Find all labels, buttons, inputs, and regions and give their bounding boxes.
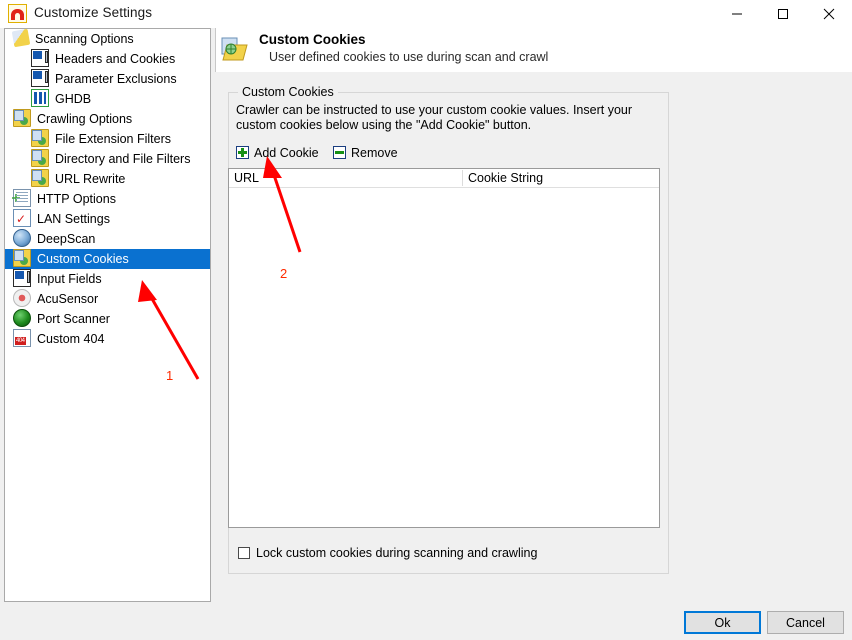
folder-globe-icon xyxy=(221,36,249,62)
folder-globe-icon xyxy=(31,169,49,187)
panel-header: Custom Cookies User defined cookies to u… xyxy=(216,28,852,72)
sidebar-item-ghdb[interactable]: GHDB xyxy=(5,89,210,109)
annotation-number-1: 1 xyxy=(166,368,173,383)
error-page-icon xyxy=(13,329,31,347)
lock-cookies-checkbox-row[interactable]: Lock custom cookies during scanning and … xyxy=(238,546,537,562)
groupbox-legend: Custom Cookies xyxy=(238,85,338,99)
remove-cookie-label: Remove xyxy=(351,146,398,160)
sidebar-item-label: GHDB xyxy=(55,89,91,109)
sensor-icon xyxy=(13,289,31,307)
annotation-arrow-1 xyxy=(130,276,220,386)
sidebar-item-label: Directory and File Filters xyxy=(55,149,190,169)
sidebar-item-label: HTTP Options xyxy=(37,189,116,209)
sidebar-item-label: DeepScan xyxy=(37,229,95,249)
sidebar-item-deepscan[interactable]: DeepScan xyxy=(5,229,210,249)
sidebar-item-label: AcuSensor xyxy=(37,289,98,309)
sidebar-item-label: Custom 404 xyxy=(37,329,104,349)
sidebar-item-directory-and-file-filters[interactable]: Directory and File Filters xyxy=(5,149,210,169)
close-icon[interactable] xyxy=(806,0,852,28)
annotation-arrow-2 xyxy=(258,152,328,262)
sidebar-item-label: Input Fields xyxy=(37,269,102,289)
sidebar-item-scanning-options[interactable]: Scanning Options xyxy=(5,29,210,49)
sidebar-item-label: File Extension Filters xyxy=(55,129,171,149)
minus-icon xyxy=(333,146,346,159)
lock-cookies-checkbox[interactable] xyxy=(238,547,250,559)
plus-icon xyxy=(236,146,249,159)
green-globe-icon xyxy=(13,309,31,327)
sidebar-item-label: Scanning Options xyxy=(35,29,134,49)
remove-cookie-button[interactable]: Remove xyxy=(333,145,398,162)
page-subtitle: User defined cookies to use during scan … xyxy=(269,50,548,64)
sidebar-item-label: URL Rewrite xyxy=(55,169,125,189)
lock-cookies-label: Lock custom cookies during scanning and … xyxy=(256,546,537,560)
database-grid-icon xyxy=(31,89,49,107)
sidebar-item-label: Headers and Cookies xyxy=(55,49,175,69)
sidebar-item-url-rewrite[interactable]: URL Rewrite xyxy=(5,169,210,189)
sidebar-item-label: LAN Settings xyxy=(37,209,110,229)
page-title: Custom Cookies xyxy=(259,32,366,47)
brush-icon xyxy=(12,29,31,48)
minimize-icon[interactable] xyxy=(714,0,760,28)
sidebar-item-parameter-exclusions[interactable]: Parameter Exclusions xyxy=(5,69,210,89)
sidebar-item-headers-and-cookies[interactable]: Headers and Cookies xyxy=(5,49,210,69)
title-bar: Customize Settings xyxy=(0,0,852,28)
monitor-icon xyxy=(31,49,49,67)
folder-globe-icon xyxy=(31,129,49,147)
folder-globe-icon xyxy=(31,149,49,167)
document-plus-icon xyxy=(13,189,31,207)
folder-globe-icon xyxy=(13,249,31,267)
sidebar-item-custom-cookies[interactable]: Custom Cookies xyxy=(5,249,210,269)
checkmark-doc-icon xyxy=(13,209,31,227)
maximize-icon[interactable] xyxy=(760,0,806,28)
folder-globe-icon xyxy=(13,109,31,127)
groupbox-description: Crawler can be instructed to use your cu… xyxy=(236,103,654,133)
sidebar-item-file-extension-filters[interactable]: File Extension Filters xyxy=(5,129,210,149)
column-header-cookie-string[interactable]: Cookie String xyxy=(462,170,664,186)
ok-button[interactable]: Ok xyxy=(684,611,761,634)
annotation-number-2: 2 xyxy=(280,266,287,281)
sidebar-item-label: Crawling Options xyxy=(37,109,132,129)
sidebar-item-lan-settings[interactable]: LAN Settings xyxy=(5,209,210,229)
sidebar-item-label: Custom Cookies xyxy=(37,249,129,269)
sidebar-item-crawling-options[interactable]: Crawling Options xyxy=(5,109,210,129)
sidebar-item-label: Parameter Exclusions xyxy=(55,69,177,89)
cancel-button[interactable]: Cancel xyxy=(767,611,844,634)
sidebar-item-label: Port Scanner xyxy=(37,309,110,329)
acunetix-logo-icon xyxy=(8,4,27,23)
sidebar-item-http-options[interactable]: HTTP Options xyxy=(5,189,210,209)
monitor-icon xyxy=(13,269,31,287)
window-title: Customize Settings xyxy=(34,5,152,20)
monitor-icon xyxy=(31,69,49,87)
globe-icon xyxy=(13,229,31,247)
